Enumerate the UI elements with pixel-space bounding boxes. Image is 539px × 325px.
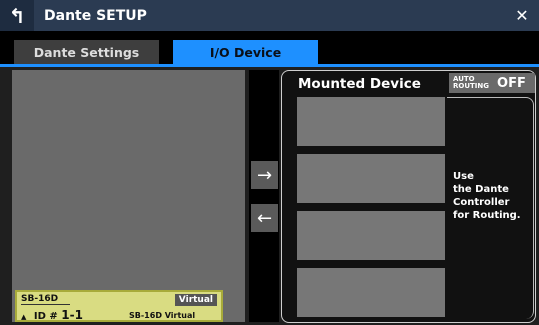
routing-note-line-3: Controller [453, 197, 510, 208]
device-name: SB-16D [21, 294, 71, 305]
tab-dante-settings[interactable]: Dante Settings [14, 40, 159, 64]
arrow-right-icon: → [256, 164, 273, 186]
auto-routing-value: OFF [497, 75, 526, 91]
routing-note-line-4: for Routing. [453, 210, 521, 221]
auto-routing-label: AUTO ROUTING [453, 76, 489, 90]
back-arrow-icon: ↰ [8, 3, 26, 28]
routing-note-line-1: Use [453, 171, 474, 182]
routing-note-line-2: the Dante [453, 184, 509, 195]
mounted-slot-2[interactable] [297, 154, 445, 203]
auto-routing-toggle[interactable]: AUTO ROUTING OFF [449, 73, 535, 93]
mounted-device-title: Mounted Device [298, 76, 421, 92]
device-subtitle: SB-16D Virtual [129, 311, 196, 320]
device-id-value: 1-1 [61, 308, 83, 322]
tab-io-device[interactable]: I/O Device [173, 40, 318, 64]
routing-note: Use the Dante Controller for Routing. [453, 170, 533, 222]
available-devices-panel[interactable] [12, 70, 245, 322]
virtual-badge: Virtual [174, 294, 217, 306]
device-id-prefix: ID # [33, 311, 58, 322]
transfer-column [249, 70, 279, 322]
mount-button[interactable]: → [251, 161, 278, 189]
unmount-button[interactable]: ← [251, 204, 278, 232]
mounted-slot-3[interactable] [297, 211, 445, 260]
close-icon: ✕ [515, 6, 529, 25]
title-bar: ↰ Dante SETUP ✕ [0, 0, 539, 31]
device-card[interactable]: SB-16D Virtual ▲ ID # 1-1 SB-16D Virtual [15, 290, 223, 322]
back-button[interactable]: ↰ [0, 0, 34, 31]
tab-bar: Dante Settings I/O Device [0, 40, 539, 64]
mounted-slot-4[interactable] [297, 268, 445, 317]
auto-routing-label-line2: ROUTING [453, 82, 490, 90]
device-id: ▲ ID # 1-1 [21, 308, 83, 322]
mounted-slot-1[interactable] [297, 97, 445, 146]
page-title: Dante SETUP [44, 8, 147, 24]
close-button[interactable]: ✕ [505, 0, 539, 31]
arrow-left-icon: ← [256, 207, 273, 229]
triangle-up-icon: ▲ [21, 313, 27, 321]
